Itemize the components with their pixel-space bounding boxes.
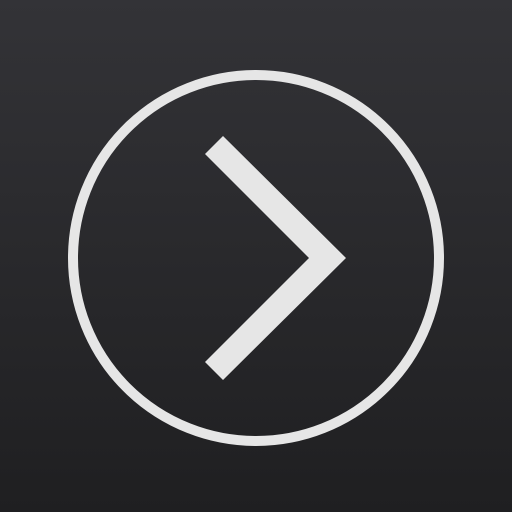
circle-outline [68,70,444,446]
chevron-right-icon [205,136,346,380]
app-icon[interactable] [0,0,512,512]
chevron-right-in-circle-icon [68,70,444,446]
